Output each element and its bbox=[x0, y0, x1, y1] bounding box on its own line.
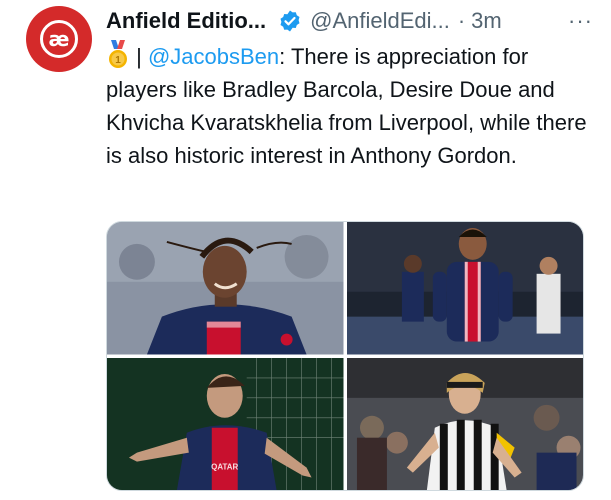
medal-number: 1 bbox=[115, 55, 121, 66]
photo-player-2-image bbox=[346, 222, 583, 355]
avatar-logo-text: æ bbox=[48, 27, 70, 51]
avatar-logo: æ bbox=[40, 20, 78, 58]
photo-player-4[interactable] bbox=[346, 357, 583, 490]
separator-dot: · bbox=[457, 8, 466, 33]
medal-icon: 1 bbox=[109, 40, 127, 68]
avatar[interactable]: æ bbox=[26, 6, 92, 72]
verified-badge-icon bbox=[280, 10, 300, 32]
photo-player-4-image bbox=[346, 357, 583, 490]
timestamp[interactable]: 3m bbox=[471, 8, 502, 34]
photo-player-1[interactable] bbox=[107, 222, 344, 355]
photo-player-3-image: QATAR bbox=[107, 357, 344, 490]
mention-link[interactable]: @JacobsBen bbox=[148, 44, 279, 69]
text-prefix: | bbox=[130, 44, 148, 69]
user-handle[interactable]: @AnfieldEdi... bbox=[310, 8, 450, 34]
tweet-header: Anfield Editio... @AnfieldEdi... · 3m ··… bbox=[106, 6, 601, 36]
media-grid: QATAR bbox=[106, 221, 584, 491]
photo-player-1-image bbox=[107, 222, 344, 355]
svg-text:QATAR: QATAR bbox=[211, 462, 238, 471]
photo-player-2[interactable] bbox=[346, 222, 583, 355]
display-name[interactable]: Anfield Editio... bbox=[106, 8, 266, 34]
photo-player-3[interactable]: QATAR bbox=[107, 357, 344, 490]
more-options-icon[interactable]: ··· bbox=[568, 8, 593, 34]
tweet-text: 1 | @JacobsBen: There is appreciation fo… bbox=[106, 40, 596, 172]
